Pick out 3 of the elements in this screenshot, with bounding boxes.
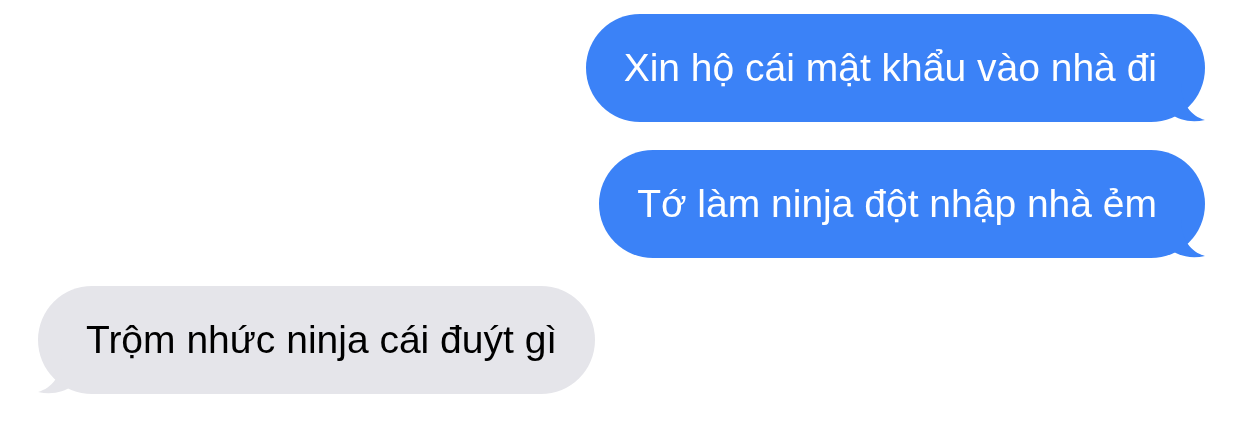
message-bubble: Xin hộ cái mật khẩu vào nhà đi (585, 14, 1205, 122)
message-bubble: Tớ làm ninja đột nhập nhà ẻm (599, 150, 1205, 258)
message-bubble: Trộm nhức ninja cái đuýt gì (38, 286, 596, 394)
